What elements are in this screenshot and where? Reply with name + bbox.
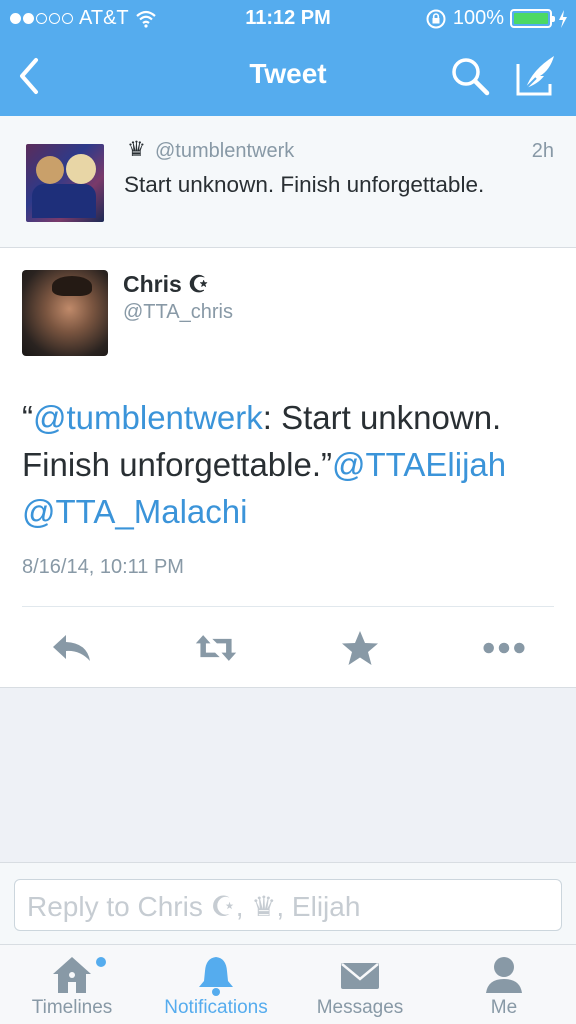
rotation-lock-icon [426, 9, 446, 28]
quoted-tweet-handle[interactable]: @tumblentwerk [155, 140, 294, 163]
quoted-tweet-avatar[interactable] [26, 144, 104, 222]
reply-button[interactable] [50, 626, 94, 670]
tab-label: Timelines [31, 997, 113, 1018]
retweet-button[interactable] [194, 626, 238, 670]
divider [22, 606, 554, 607]
search-button[interactable] [448, 54, 492, 98]
favorite-icon [342, 631, 378, 665]
author-username[interactable]: @TTA_chris [123, 301, 233, 324]
tweet-detail: Chris ☪ @TTA_chris “@tumblentwerk: Start… [0, 248, 576, 688]
open-quote: “ [22, 399, 33, 436]
person-icon [486, 957, 522, 993]
home-icon [53, 957, 91, 993]
status-bar: AT&T 11:12 PM 100% [0, 0, 576, 38]
tab-bar: Timelines Notifications Messages Me [0, 944, 576, 1024]
quoted-tweet-time: 2h [531, 140, 554, 162]
tweet-actions [0, 626, 576, 670]
battery-percent: 100% [452, 7, 504, 29]
quoted-tweet-text: Start unknown. Finish unforgettable. [124, 172, 485, 197]
reply-input[interactable]: Reply to Chris ☪, ♛, Elijah [14, 879, 562, 931]
author-avatar[interactable] [22, 270, 108, 356]
reply-icon [53, 635, 90, 661]
charging-icon [559, 9, 567, 28]
tab-label: Me [490, 997, 518, 1018]
favorite-button[interactable] [338, 626, 382, 670]
tab-label: Notifications [164, 997, 268, 1018]
quoted-tweet[interactable]: ♛ @tumblentwerk 2h Start unknown. Finish… [0, 116, 576, 248]
tweet-date: 8/16/14, 10:11 PM [22, 556, 184, 578]
compose-button[interactable] [514, 52, 560, 98]
compose-icon [516, 56, 554, 96]
search-icon [452, 58, 490, 96]
tab-me[interactable]: Me [432, 945, 576, 1024]
tab-label: Messages [316, 997, 404, 1018]
battery-icon [510, 9, 555, 28]
envelope-icon [341, 963, 379, 989]
mention-link[interactable]: @TTA_Malachi [22, 493, 247, 530]
top-bar: AT&T 11:12 PM 100% Tweet [0, 0, 576, 116]
tab-notifications[interactable]: Notifications [144, 945, 288, 1024]
status-right: 100% [425, 7, 568, 30]
crown-icon: ♛ [127, 138, 146, 161]
tab-timelines[interactable]: Timelines [0, 945, 144, 1024]
mention-link[interactable]: @tumblentwerk [33, 399, 263, 436]
mention-link[interactable]: @TTAElijah [332, 446, 506, 483]
bell-icon [199, 957, 233, 996]
more-button[interactable] [482, 626, 526, 670]
author-name[interactable]: Chris ☪ [123, 271, 209, 298]
tweet-body: “@tumblentwerk: Start unknown. Finish un… [22, 394, 552, 535]
reply-bar: Reply to Chris ☪, ♛, Elijah [0, 862, 576, 944]
nav-bar: Tweet [0, 38, 576, 116]
tab-messages[interactable]: Messages [288, 945, 432, 1024]
unread-dot [96, 957, 106, 967]
more-icon [483, 642, 525, 654]
retweet-icon [195, 635, 237, 661]
